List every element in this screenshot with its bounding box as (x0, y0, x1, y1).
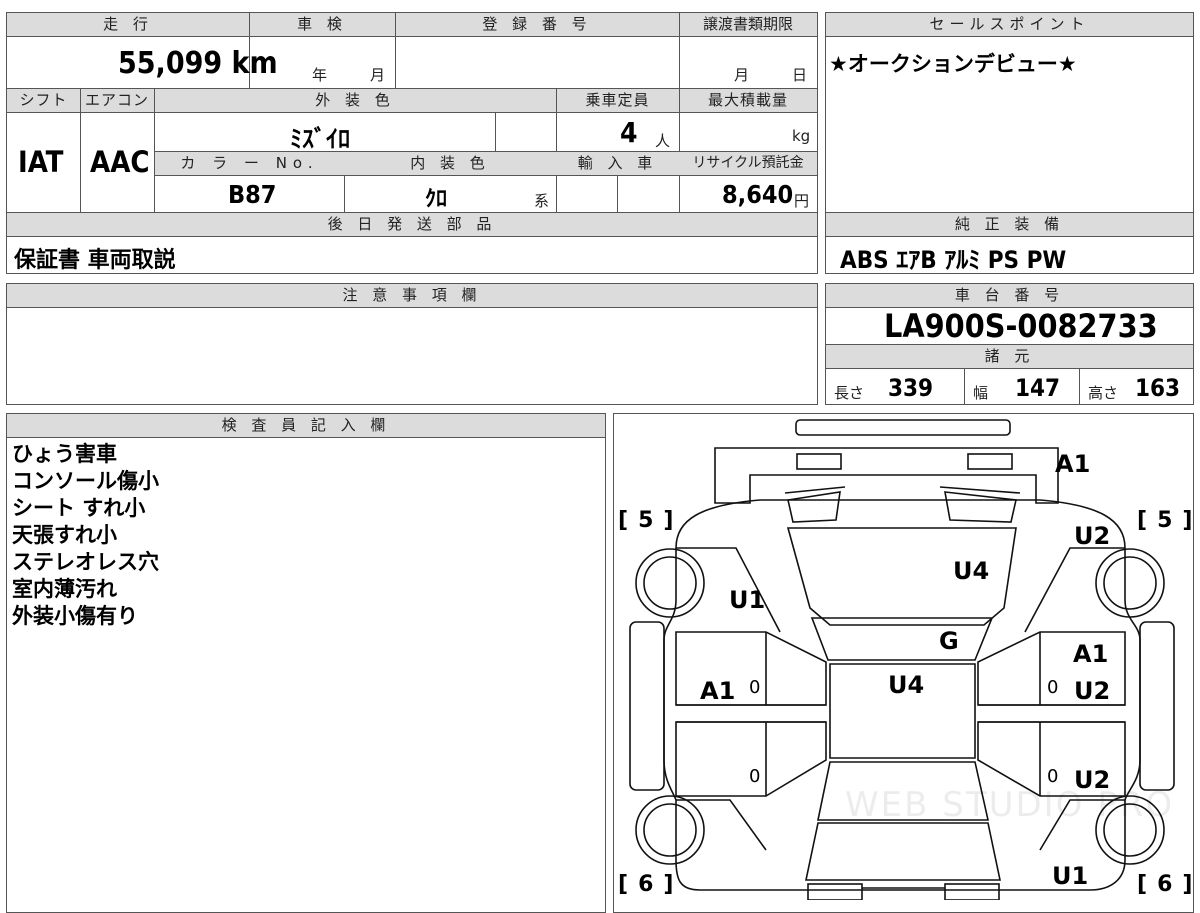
shift-value: IAT (18, 145, 64, 179)
damage-mark: U4 (888, 671, 925, 699)
height-label: 高さ (1088, 384, 1119, 402)
tire-rating-bottom-right: [6] (1137, 872, 1197, 897)
inspector-note: シート すれ小 (12, 496, 146, 520)
inspector-header: 検 査 員 記 入 欄 (7, 414, 605, 438)
capacity-value: 4 (620, 116, 638, 149)
shift-header: シフト (7, 89, 80, 113)
transfer-month-label: 月 (734, 66, 750, 84)
max-load-header: 最大積載量 (679, 89, 817, 113)
inspector-note: 室内薄汚れ (12, 577, 117, 601)
recycle-value: 8,640 (722, 180, 794, 209)
transfer-day-label: 日 (792, 66, 808, 84)
spec-header: 諸 元 (826, 345, 1193, 369)
damage-mark: A1 (700, 677, 736, 705)
aircon-header: エアコン (80, 89, 154, 113)
caution-header: 注 意 事 項 欄 (7, 284, 817, 308)
height-value: 163 (1135, 374, 1181, 402)
int-color-value: ｸﾛ (425, 187, 448, 212)
int-color-suffix: 系 (534, 192, 550, 210)
chassis-header: 車 台 番 号 (826, 284, 1193, 308)
damage-mark: U2 (1074, 522, 1111, 550)
zero-mark: 0 (749, 677, 761, 698)
damage-mark: G (939, 627, 959, 655)
watermark: WEB STUDIO PRO (845, 785, 1175, 825)
tire-rating-bottom-left: [6] (618, 872, 678, 897)
mileage-header: 走 行 (7, 13, 249, 37)
ext-color-value: ﾐｽﾞｲﾛ (290, 125, 350, 153)
shaken-month-label: 月 (370, 66, 386, 84)
equipment-value: ABS ｴｱB ｱﾙﾐ PS PW (840, 246, 1067, 274)
mileage-value: 55,099 km (118, 46, 278, 81)
width-value: 147 (1015, 374, 1061, 402)
tire-value: 5 (638, 508, 658, 533)
damage-mark: U4 (953, 557, 990, 585)
tire-rating-top-left: [5] (618, 508, 678, 533)
max-load-unit: kg (792, 127, 811, 145)
damage-mark: A1 (1055, 450, 1091, 478)
reg-no-header: 登 録 番 号 (395, 13, 679, 37)
capacity-header: 乗車定員 (556, 89, 679, 113)
int-color-header: 内 装 色 (344, 152, 556, 176)
color-no-header: カ ラ ー No. (155, 152, 344, 176)
length-value: 339 (888, 374, 934, 402)
damage-mark: U2 (1074, 677, 1111, 705)
inspector-note: 外装小傷有り (12, 604, 138, 628)
ext-color-header: 外 装 色 (154, 89, 556, 113)
recycle-header: リサイクル預託金 (679, 152, 817, 176)
zero-mark: 0 (749, 766, 761, 787)
shaken-header: 車 検 (249, 13, 395, 37)
inspector-note: ひょう害車 (12, 442, 117, 466)
sales-point-header: セールスポイント (826, 13, 1193, 37)
aircon-value: AAC (90, 145, 150, 179)
tire-rating-top-right: [5] (1137, 508, 1197, 533)
later-parts-value: 保証書 車両取説 (14, 248, 176, 273)
inspector-note: コンソール傷小 (12, 469, 159, 493)
equipment-header: 純 正 装 備 (826, 213, 1193, 237)
width-label: 幅 (973, 384, 989, 402)
capacity-unit: 人 (655, 132, 671, 150)
length-label: 長さ (834, 384, 865, 402)
tire-value: 6 (638, 872, 658, 897)
zero-mark: 0 (1047, 766, 1059, 787)
shaken-year-label: 年 (312, 66, 328, 84)
later-parts-header: 後 日 発 送 部 品 (7, 213, 817, 237)
transfer-header: 譲渡書類期限 (679, 13, 817, 37)
recycle-unit: 円 (794, 192, 810, 210)
damage-mark: U1 (729, 586, 766, 614)
sales-point-box (825, 12, 1194, 214)
inspector-note: ステレオレス穴 (12, 550, 159, 574)
import-header: 輸 入 車 (556, 152, 679, 176)
damage-mark: U1 (1052, 862, 1089, 890)
sales-point-value: ★オークションデビュー★ (829, 52, 1077, 76)
damage-mark: A1 (1073, 640, 1109, 668)
inspector-note: 天張すれ小 (12, 523, 117, 547)
tire-value: 6 (1157, 872, 1177, 897)
color-no-value: B87 (228, 180, 277, 209)
zero-mark: 0 (1047, 677, 1059, 698)
tire-value: 5 (1157, 508, 1177, 533)
chassis-number: LA900S-0082733 (884, 307, 1158, 345)
